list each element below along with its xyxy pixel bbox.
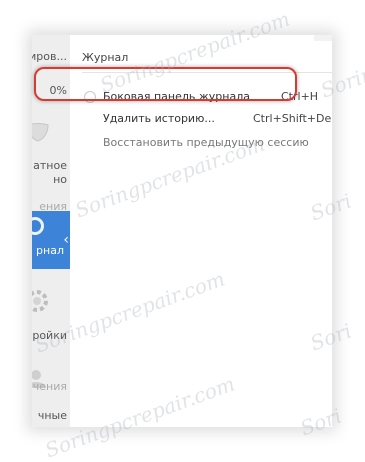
sidebar-item-label: лиров...	[32, 50, 67, 63]
chevron-left-icon: ‹	[63, 232, 69, 248]
sidebar-item-label: чные	[37, 409, 67, 422]
highlight-frame	[34, 67, 297, 101]
sidebar-item-label: чения	[32, 380, 67, 393]
clock-icon	[32, 217, 44, 235]
menu-item-clear-history[interactable]: Удалить историю... Ctrl+Shift+Del	[103, 109, 332, 129]
sidebar-item-label: но	[53, 173, 67, 186]
menu-item-shortcut: Ctrl+Shift+Del	[253, 112, 332, 125]
sidebar-item-label: ройки	[32, 329, 67, 342]
sidebar-item-label: атное	[33, 159, 67, 172]
menu-item-label: Восстановить предыдущую сессию	[103, 136, 309, 149]
menu-item-label: Удалить историю...	[103, 112, 215, 125]
menu-title: Журнал	[82, 51, 129, 64]
menu-corner	[314, 35, 332, 41]
sidebar-item-label: рнал	[36, 244, 64, 257]
menu-item-restore-session[interactable]: Восстановить предыдущую сессию	[103, 133, 332, 153]
mask-icon	[32, 123, 49, 142]
sidebar-item-history[interactable]: ‹ рнал	[32, 211, 70, 269]
gear-icon	[32, 290, 48, 312]
